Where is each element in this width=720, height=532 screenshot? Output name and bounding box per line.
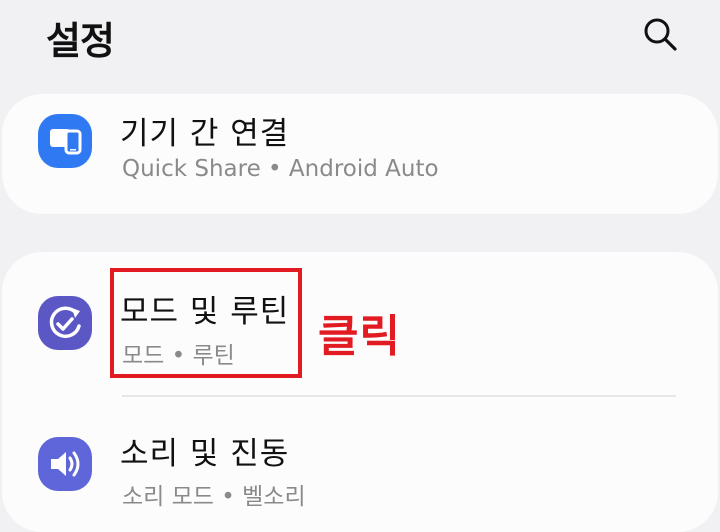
search-button[interactable] xyxy=(640,14,680,54)
app-header: 설정 xyxy=(0,0,720,80)
modes-routines-icon xyxy=(38,296,92,350)
settings-item-title: 소리 및 진동 xyxy=(120,436,290,472)
settings-item-title: 기기 간 연결 xyxy=(120,116,290,152)
settings-item-subtitle: Quick Share • Android Auto xyxy=(122,156,439,182)
sound-icon xyxy=(38,437,92,491)
search-icon xyxy=(644,18,677,51)
settings-card-connected-devices: 기기 간 연결 Quick Share • Android Auto xyxy=(2,94,718,214)
settings-item-subtitle: 소리 모드 • 벨소리 xyxy=(122,484,306,510)
page-title: 설정 xyxy=(46,19,115,63)
click-highlight-box xyxy=(110,268,302,378)
click-annotation-label: 클릭 xyxy=(318,311,401,362)
settings-item-sound-vibration[interactable]: 소리 및 진동 소리 모드 • 벨소리 xyxy=(2,397,718,532)
settings-item-connected-devices[interactable]: 기기 간 연결 Quick Share • Android Auto xyxy=(2,94,718,214)
connected-devices-icon xyxy=(38,114,92,168)
